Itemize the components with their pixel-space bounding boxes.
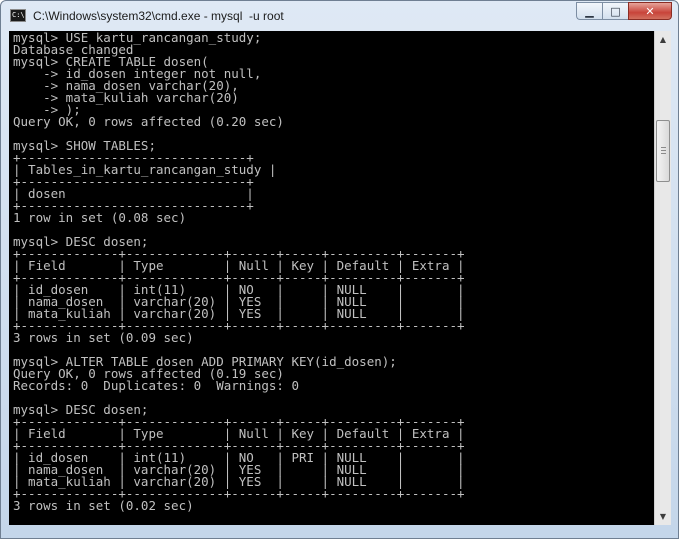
minimize-button[interactable]: ▁ bbox=[576, 2, 602, 20]
console-line: Records: 0 Duplicates: 0 Warnings: 0 bbox=[13, 378, 299, 393]
grip-line bbox=[661, 150, 666, 151]
vertical-scrollbar[interactable]: ▲ ▼ bbox=[654, 31, 671, 525]
window-bottom-border bbox=[1, 525, 678, 539]
console-output[interactable]: mysql> USE kartu_rancangan_study; Databa… bbox=[9, 31, 654, 525]
scroll-down-arrow-icon[interactable]: ▼ bbox=[655, 508, 671, 525]
maximize-icon: □ bbox=[610, 4, 621, 18]
title-bar[interactable]: C:\ C:\Windows\system32\cmd.exe - mysql … bbox=[1, 1, 678, 31]
close-button[interactable]: ✕ bbox=[628, 2, 672, 20]
console-line: 1 row in set (0.08 sec) bbox=[13, 210, 187, 225]
console-line: 3 rows in set (0.09 sec) bbox=[13, 330, 194, 345]
maximize-button[interactable]: □ bbox=[602, 2, 628, 20]
app-icon[interactable]: C:\ bbox=[10, 9, 26, 22]
console-text: mysql> USE kartu_rancangan_study; Databa… bbox=[9, 31, 654, 524]
grip-line bbox=[661, 147, 666, 148]
grip-line bbox=[661, 153, 666, 154]
window-title: C:\Windows\system32\cmd.exe - mysql -u r… bbox=[33, 9, 284, 23]
minimize-icon: ▁ bbox=[585, 4, 594, 18]
caption-buttons: ▁ □ ✕ bbox=[576, 2, 672, 22]
close-icon: ✕ bbox=[645, 4, 655, 18]
scrollbar-thumb[interactable] bbox=[656, 120, 670, 182]
cmd-window: C:\ C:\Windows\system32\cmd.exe - mysql … bbox=[0, 0, 679, 539]
console-line: 3 rows in set (0.02 sec) bbox=[13, 498, 194, 513]
console-line: Query OK, 0 rows affected (0.20 sec) bbox=[13, 114, 284, 129]
scroll-up-arrow-icon[interactable]: ▲ bbox=[655, 31, 671, 48]
